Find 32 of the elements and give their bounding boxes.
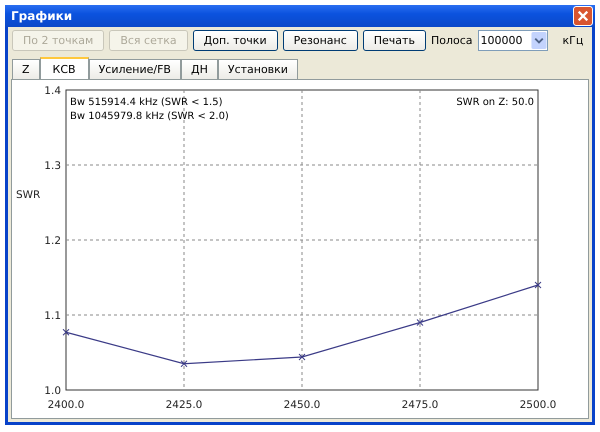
tab[interactable]: КСВ [40,57,89,79]
y-tick-label: 1.3 [44,160,61,172]
band-dropdown[interactable]: 100000 [478,30,548,51]
close-icon[interactable] [573,6,593,26]
y-axis-label: SWR [16,189,40,201]
y-tick-label: 1.0 [44,385,61,397]
bandwidth-note: Bw 515914.4 kHz (SWR < 1.5) [70,97,222,108]
x-tick-label: 2500.0 [520,399,556,411]
tab[interactable]: Усиление/FB [88,59,181,79]
tab[interactable]: Установки [218,59,298,79]
toolbar-button[interactable]: Резонанс [282,30,358,51]
x-tick-label: 2400.0 [48,399,84,411]
point-marker [62,328,70,336]
point-marker [298,354,306,360]
x-tick-label: 2450.0 [284,399,320,411]
point-marker [416,319,424,326]
point-marker [534,282,542,288]
y-tick-label: 1.4 [44,85,61,97]
tab[interactable]: Z [12,59,40,79]
bandwidth-note: Bw 1045979.8 kHz (SWR < 2.0) [70,111,229,122]
band-label: Полоса [430,34,472,47]
tab[interactable]: ДН [180,59,218,79]
unit-label: кГц [562,34,584,47]
toolbar-button[interactable]: Печать [362,30,426,51]
y-tick-label: 1.1 [44,310,61,322]
y-tick-label: 1.2 [44,235,61,247]
x-tick-label: 2475.0 [402,399,438,411]
toolbar-button[interactable]: Доп. точки [192,30,278,51]
impedance-note: SWR on Z: 50.0 [456,97,534,108]
x-tick-label: 2425.0 [166,399,202,411]
window-title: Графики [11,9,72,23]
point-marker [180,360,188,368]
